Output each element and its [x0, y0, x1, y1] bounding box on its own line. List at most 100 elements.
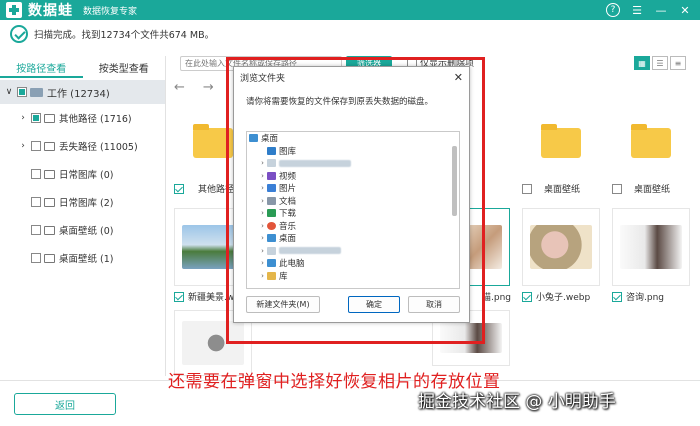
tree-item-daily-gallery-0[interactable]: 日常图库 (0) [0, 160, 165, 188]
desktop-icon [267, 234, 276, 243]
folder-node-gallery[interactable]: 图库 [247, 145, 459, 158]
tab-by-type[interactable]: 按类型查看 [83, 56, 166, 78]
tree-item-checkbox[interactable] [31, 113, 41, 123]
dialog-message: 请你将需要恢复的文件保存到原丢失数据的磁盘。 [246, 97, 434, 107]
tree-item-label: 桌面壁纸 (0) [59, 226, 114, 237]
tree-item-other-paths[interactable]: › 其他路径 (1716) [0, 104, 165, 132]
folder-icon [44, 253, 55, 263]
grid-item[interactable]: 桌面壁纸 [612, 104, 694, 195]
folder-node-this-pc[interactable]: › 此电脑 [247, 257, 459, 270]
folder-node-desktop-sub[interactable]: › 桌面 [247, 232, 459, 245]
tree-item-checkbox[interactable] [31, 225, 41, 235]
chevron-right-icon[interactable]: › [258, 272, 267, 280]
folder-icon [44, 113, 55, 123]
tree-item-checkbox[interactable] [31, 253, 41, 263]
chevron-down-icon[interactable]: ∨ [4, 87, 14, 97]
list-view-icon[interactable]: ☰ [652, 56, 668, 70]
item-checkbox[interactable] [522, 291, 532, 302]
item-checkbox[interactable] [612, 291, 622, 302]
folder-label: 桌面 [261, 134, 279, 145]
chevron-right-icon[interactable]: › [258, 247, 267, 255]
blurred-label [279, 159, 351, 167]
detail-view-icon[interactable]: ≡ [670, 56, 686, 70]
path-tree: ∨ 工作 (12734) › 其他路径 (1716) › 丢失路径 (11005… [0, 80, 165, 272]
library-icon [267, 271, 276, 280]
item-name: 桌面壁纸 [634, 185, 671, 195]
folder-node-videos[interactable]: › 视频 [247, 170, 459, 183]
chevron-right-icon[interactable]: › [18, 141, 28, 151]
tree-item-wallpaper-0[interactable]: 桌面壁纸 (0) [0, 216, 165, 244]
folder-label: 图库 [279, 146, 297, 157]
tree-item-wallpaper-1[interactable]: 桌面壁纸 (1) [0, 244, 165, 272]
folder-icon [193, 124, 233, 158]
title-bar: 数据蛙 数据恢复专家 ? ☰ — ✕ [0, 0, 700, 20]
drive-icon [30, 87, 43, 97]
thumbnail[interactable] [612, 104, 690, 182]
dialog-close-icon[interactable]: ✕ [454, 71, 463, 84]
chevron-right-icon[interactable]: › [18, 113, 28, 123]
chevron-right-icon[interactable]: › [258, 234, 267, 242]
menu-icon[interactable]: ☰ [630, 3, 644, 17]
tree-item-checkbox[interactable] [31, 141, 41, 151]
chevron-right-icon[interactable]: › [258, 197, 267, 205]
item-checkbox[interactable] [174, 291, 184, 302]
nav-arrows: ← → [174, 80, 214, 95]
help-icon[interactable]: ? [606, 3, 620, 17]
chevron-right-icon[interactable]: › [258, 222, 267, 230]
chevron-right-icon[interactable]: › [258, 259, 267, 267]
watermark-text: 掘金技术社区 @ 小明助手 [418, 392, 616, 412]
tree-root-label: 工作 (12734) [47, 88, 110, 100]
ok-button[interactable]: 确定 [348, 296, 400, 313]
thumbnail[interactable] [522, 104, 600, 182]
folder-node-library[interactable]: › 库 [247, 270, 459, 283]
root-checkbox[interactable] [17, 87, 27, 97]
arrow-forward-icon[interactable]: → [203, 80, 214, 95]
dialog-titlebar: 浏览文件夹 ✕ [234, 67, 469, 87]
new-folder-button[interactable]: 新建文件夹(M) [246, 296, 320, 313]
grid-item[interactable]: 咨询.png [612, 208, 694, 303]
folder-node-downloads[interactable]: › 下载 [247, 207, 459, 220]
folder-node-documents[interactable]: › 文档 [247, 195, 459, 208]
chevron-right-icon[interactable]: › [258, 209, 267, 217]
tab-by-path[interactable]: 按路径查看 [0, 56, 83, 78]
minimize-icon[interactable]: — [654, 3, 668, 17]
photo-thumbnail [440, 323, 502, 353]
thumbnail[interactable] [522, 208, 600, 286]
item-caption: 小兔子.webp [522, 290, 604, 303]
folder-node-pictures[interactable]: › 图片 [247, 182, 459, 195]
folder-icon [44, 225, 55, 235]
item-checkbox[interactable] [174, 183, 184, 194]
back-button[interactable]: 返回 [14, 393, 116, 415]
tree-scrollbar[interactable] [452, 146, 457, 216]
arrow-back-icon[interactable]: ← [174, 80, 185, 95]
grid-item[interactable]: 小兔子.webp [522, 208, 604, 303]
grid-view-icon[interactable]: ▦ [634, 56, 650, 70]
chevron-right-icon[interactable]: › [258, 184, 267, 192]
tree-item-checkbox[interactable] [31, 169, 41, 179]
folder-label: 桌面 [279, 234, 297, 245]
tree-item-label: 桌面壁纸 (1) [59, 254, 114, 265]
folder-node-blurred[interactable]: › [247, 157, 459, 170]
close-icon[interactable]: ✕ [678, 3, 692, 17]
check-circle-icon [10, 25, 28, 43]
thumbnail[interactable] [612, 208, 690, 286]
cancel-button[interactable]: 取消 [408, 296, 460, 313]
tree-item-label: 日常图库 (0) [59, 170, 114, 181]
item-checkbox[interactable] [522, 183, 532, 194]
folder-label: 音乐 [279, 221, 297, 232]
tree-item-daily-gallery-2[interactable]: 日常图库 (2) [0, 188, 165, 216]
tree-item-checkbox[interactable] [31, 197, 41, 207]
chevron-right-icon[interactable]: › [258, 172, 267, 180]
folder-tree[interactable]: 桌面 图库 › › 视频 › 图片 › 文档 › 下载 › 音乐 › 桌面 › … [246, 131, 460, 289]
pictures-icon [267, 184, 276, 193]
folder-node-blurred[interactable]: › [247, 245, 459, 258]
grid-item[interactable]: 桌面壁纸 [522, 104, 604, 195]
folder-label: 视频 [279, 171, 297, 182]
tree-root-work[interactable]: ∨ 工作 (12734) [0, 80, 165, 104]
item-checkbox[interactable] [612, 183, 622, 194]
folder-label: 文档 [279, 196, 297, 207]
chevron-right-icon[interactable]: › [258, 159, 267, 167]
folder-node-music[interactable]: › 音乐 [247, 220, 459, 233]
tree-item-lost-paths[interactable]: › 丢失路径 (11005) [0, 132, 165, 160]
folder-node-desktop[interactable]: 桌面 [247, 132, 459, 145]
